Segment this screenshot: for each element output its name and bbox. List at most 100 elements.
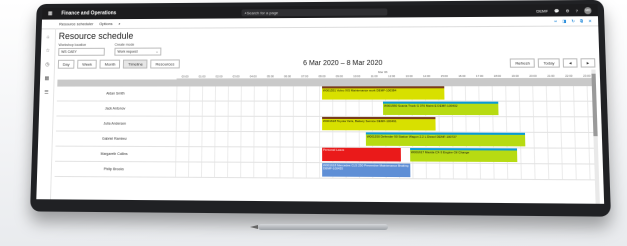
day-button[interactable]: Day — [57, 59, 75, 69]
hour-label: 06:00 — [283, 74, 292, 79]
action-pane: Resource scheduler Options ⌕ ∞ ◨ ↻ ⧉ ✕ — [41, 16, 599, 30]
home-icon[interactable]: ⌂ — [47, 34, 50, 40]
hour-label: 15:00 — [440, 73, 448, 79]
workshop-label: Workshop location — [58, 42, 87, 47]
close-icon[interactable]: ✕ — [588, 18, 592, 23]
search-menu-icon[interactable]: ⌕ — [118, 21, 120, 26]
hour-label: 17:00 — [475, 73, 484, 79]
create-mode-filter: Create mode Work request ⌄ — [114, 43, 162, 56]
week-button[interactable]: Week — [77, 59, 98, 69]
schedule-event[interactable]: Personal Leave — [322, 147, 402, 162]
global-search-input[interactable]: ⌕ Search for a page — [241, 7, 388, 16]
schedule-event[interactable]: W001618 Mercedes CLS 250 Preventive Main… — [322, 163, 411, 178]
resource-name[interactable]: Margareth Collins — [55, 152, 173, 157]
hour-label: 19:00 — [511, 73, 519, 78]
time-cells[interactable]: W001550 Scania Truck G 370 Maint-E DEMF-… — [175, 101, 598, 117]
refresh-button[interactable]: Refresh — [510, 58, 536, 68]
hour-label: 12:00 — [387, 74, 396, 79]
hour-label: 11:00 — [370, 74, 378, 79]
resource-name[interactable]: Gabriel Ramirez — [56, 137, 174, 141]
scrollbar-thumb[interactable] — [591, 73, 598, 137]
scheduler-toolbar: Day Week Month Timeline Resources 6 Mar … — [57, 58, 596, 69]
hour-label: 16:00 — [458, 73, 466, 79]
hour-label: 08:00 — [318, 74, 326, 79]
prev-button[interactable]: ◄ — [562, 58, 578, 68]
hour-label: 22:00 — [565, 73, 573, 78]
avatar-initials: MD — [585, 7, 591, 12]
hour-label: 20:00 — [529, 73, 537, 78]
company-label[interactable]: DEMF — [536, 8, 548, 13]
hour-label: 07:00 — [301, 74, 309, 79]
resource-rows: Aidan Smith W001551 Volvo XIS Maintenance… — [54, 86, 600, 181]
schedule-grid: Mar 06 00:00 01:00 02:00 03:00 04:00 05:00 06:… — [54, 70, 600, 204]
hour-label: 05:00 — [266, 74, 274, 79]
settings-icon[interactable]: ⚙ — [566, 8, 570, 13]
time-cells[interactable]: W001550 Defender 90 Station Wagon 2.2 L … — [175, 131, 599, 148]
hour-label: 02:00 — [215, 74, 223, 79]
office-icon[interactable]: ◨ — [562, 18, 566, 23]
hour-label: 14:00 — [423, 74, 431, 79]
resource-row: Julia Andersen W001618 Toyota Yaris, Batt… — [55, 116, 598, 134]
page-icons: ∞ ◨ ↻ ⧉ ✕ — [554, 18, 598, 23]
avatar[interactable]: MD — [584, 6, 592, 14]
app-screen: ▦ Finance and Operations ⌕ Search for a … — [36, 3, 605, 204]
filters: Workshop location WS CAEY Create mode Wo… — [58, 41, 595, 56]
popout-icon[interactable]: ⧉ — [580, 18, 583, 23]
topbar-right: DEMF 💬 ⚙ ? MD — [536, 6, 592, 14]
hour-label: 01:00 — [198, 74, 206, 79]
attach-icon[interactable]: ∞ — [554, 18, 557, 23]
schedule-event[interactable]: W001551 Volvo XIS Maintenance work DEMF-… — [321, 86, 445, 100]
resource-name[interactable]: Jack Antonov — [57, 106, 175, 111]
options-menu[interactable]: Options — [99, 21, 112, 26]
clock-icon[interactable]: ◷ — [45, 62, 49, 68]
hour-label: 18:00 — [493, 73, 502, 79]
grid-icon[interactable]: ▦ — [44, 76, 49, 82]
schedule-event[interactable]: W001617 Mazda CX-3 Engine Oil Change — [409, 148, 518, 163]
hour-label: 13:00 — [405, 74, 413, 79]
search-placeholder: Search for a page — [246, 9, 279, 15]
page-title: Resource schedule — [58, 30, 134, 42]
hour-label: 03:00 — [232, 74, 240, 79]
month-button[interactable]: Month — [99, 59, 121, 69]
main-content: Resource schedule Workshop location WS C… — [54, 28, 600, 204]
create-mode-value: Work request — [117, 49, 138, 54]
time-cells[interactable]: W001551 Volvo XIS Maintenance work DEMF-… — [176, 86, 597, 101]
hour-label: 09:00 — [335, 74, 343, 79]
workshop-field[interactable]: WS CAEY — [58, 47, 105, 56]
schedule-event[interactable]: W001550 Defender 90 Station Wagon 2.2 L … — [365, 132, 526, 147]
resource-name[interactable]: Aidan Smith — [57, 91, 174, 96]
waffle-icon[interactable]: ▦ — [48, 11, 54, 17]
hour-label: 00:00 — [181, 74, 189, 79]
time-cells[interactable]: W001618 Toyota Yaris, Battery Service DE… — [175, 116, 598, 132]
pen-tip — [250, 225, 258, 229]
tablet-device: ▦ Finance and Operations ⌕ Search for a … — [30, 0, 611, 217]
time-cells[interactable]: W001618 Mercedes CLS 250 Preventive Main… — [175, 162, 600, 180]
timeline-button[interactable]: Timeline — [123, 59, 148, 69]
next-button[interactable]: ► — [580, 58, 596, 68]
refresh-icon[interactable]: ↻ — [571, 18, 575, 23]
resource-name[interactable]: Philip Brooks — [55, 167, 173, 172]
workshop-filter: Workshop location WS CAEY — [58, 43, 105, 56]
chat-icon[interactable]: 💬 — [554, 8, 559, 13]
chevron-down-icon: ⌄ — [155, 49, 159, 54]
schedule-event[interactable]: W001618 Toyota Yaris, Battery Service DE… — [321, 116, 437, 131]
breadcrumb[interactable]: Resource scheduler — [59, 21, 93, 26]
date-range: 6 Mar 2020 – 8 Mar 2020 — [303, 59, 383, 68]
create-mode-select[interactable]: Work request ⌄ — [114, 47, 162, 56]
hour-label: 04:00 — [249, 74, 257, 79]
help-icon[interactable]: ? — [576, 8, 578, 13]
list-icon[interactable]: ☰ — [44, 90, 49, 96]
resources-button[interactable]: Resources — [150, 59, 180, 69]
schedule-event[interactable]: W001550 Scania Truck G 370 Maint-E DEMF-… — [382, 101, 499, 116]
left-rail: ⌂ ☆ ◷ ▦ ☰ — [36, 28, 57, 200]
hour-label: 10:00 — [353, 74, 361, 79]
time-cells[interactable]: Personal Leave W001617 Mazda CX-3 Engine … — [175, 147, 599, 164]
resource-row: Philip Brooks W001618 Mercedes CLS 250 Pr… — [54, 161, 600, 181]
star-icon[interactable]: ☆ — [45, 48, 49, 54]
resource-row: Aidan Smith W001551 Volvo XIS Maintenance… — [56, 86, 597, 102]
today-button[interactable]: Today — [538, 58, 560, 68]
resource-row: Jack Antonov W001550 Scania Truck G 370 M… — [56, 101, 598, 118]
app-title: Finance and Operations — [61, 10, 117, 17]
resource-name[interactable]: Julia Andersen — [56, 122, 174, 126]
stylus-pen — [250, 224, 388, 230]
